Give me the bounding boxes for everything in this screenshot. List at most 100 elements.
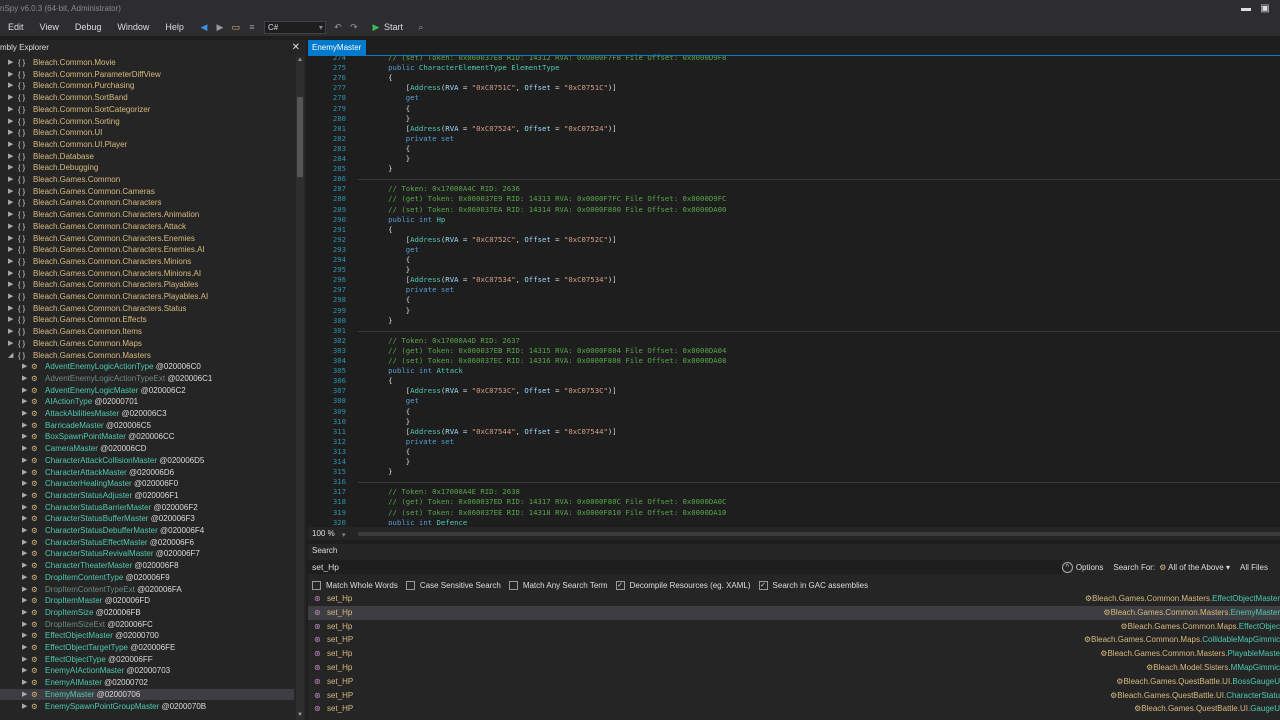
collapsed-arrow-icon[interactable]: ▶ <box>22 513 27 525</box>
collapsed-arrow-icon[interactable]: ▶ <box>22 373 27 385</box>
back-icon[interactable]: ◀ <box>198 21 210 33</box>
tree-class-row[interactable]: ▶ ⚙ AdventEnemyLogicActionTypeExt @020006C… <box>0 373 294 385</box>
tree-namespace-row[interactable]: ▶ { } Bleach.Common.Purchasing <box>0 80 294 92</box>
tree-class-row[interactable]: ▶ ⚙ DropItemMaster @020006FD <box>0 595 294 607</box>
tree-namespace-row[interactable]: ▶ { } Bleach.Common.SortCategorizer <box>0 104 294 116</box>
tree-namespace-row[interactable]: ▶ { } Bleach.Games.Common.Cameras <box>0 186 294 198</box>
collapsed-arrow-icon[interactable]: ▶ <box>22 665 27 677</box>
collapsed-arrow-icon[interactable]: ▶ <box>22 361 27 373</box>
tree-class-row[interactable]: ▶ ⚙ BoxSpawnPointMaster @020006CC <box>0 431 294 443</box>
checkbox-empty-icon[interactable] <box>312 580 321 590</box>
search-option-checkbox[interactable]: Match Any Search Term <box>508 580 608 590</box>
search-result-row[interactable]: ⊛ set_Hp ⚙Bleach.Games.Common.Maps.EffectO… <box>308 620 1280 634</box>
collapsed-arrow-icon[interactable]: ▶ <box>8 162 13 174</box>
search-option-checkbox[interactable]: ✓ Decompile Resources (eg. XAML) <box>615 580 751 590</box>
open-folder-icon[interactable]: ▭ <box>230 21 242 33</box>
tree-namespace-row[interactable]: ▶ { } Bleach.Games.Common.Characters.Anima… <box>0 209 294 221</box>
tree-class-row[interactable]: ▶ ⚙ AdventEnemyLogicMaster @020006C2 <box>0 385 294 397</box>
collapsed-arrow-icon[interactable]: ▶ <box>22 595 27 607</box>
collapsed-arrow-icon[interactable]: ▶ <box>8 221 13 233</box>
tree-class-row[interactable]: ▶ ⚙ EnemyAIActionMaster @02000703 <box>0 665 294 677</box>
checkbox-empty-icon[interactable] <box>508 580 518 590</box>
collapsed-arrow-icon[interactable]: ▶ <box>8 256 13 268</box>
collapsed-arrow-icon[interactable]: ▶ <box>8 57 13 69</box>
explorer-scrollbar[interactable]: ▲ ▼ <box>296 57 304 720</box>
tree-class-row[interactable]: ▶ ⚙ DropItemSizeExt @020006FC <box>0 619 294 631</box>
search-result-row[interactable]: ⊛ set_Hp ⚙Bleach.Model.Sisters.MMapGimmic <box>308 661 1280 675</box>
open-list-icon[interactable]: ≡ <box>246 21 258 33</box>
tree-namespace-row[interactable]: ▶ { } Bleach.Games.Common.Characters.Playa… <box>0 291 294 303</box>
tree-namespace-row[interactable]: ▶ { } Bleach.Games.Common.Characters.Minio… <box>0 256 294 268</box>
collapsed-arrow-icon[interactable]: ▶ <box>22 467 27 479</box>
checkbox-empty-icon[interactable] <box>405 580 415 590</box>
language-select[interactable]: C# <box>263 20 326 34</box>
collapsed-arrow-icon[interactable]: ▶ <box>22 525 27 537</box>
tree-namespace-row[interactable]: ◢ { } Bleach.Games.Common.Masters <box>0 350 294 362</box>
collapsed-arrow-icon[interactable]: ▶ <box>8 92 13 104</box>
tree-namespace-row[interactable]: ▶ { } Bleach.Games.Common.Characters.Statu… <box>0 303 294 315</box>
collapsed-arrow-icon[interactable]: ▶ <box>22 443 27 455</box>
tree-namespace-row[interactable]: ▶ { } Bleach.Common.UI <box>0 127 294 139</box>
tree-class-row[interactable]: ▶ ⚙ CharacterHealingMaster @020006F0 <box>0 478 294 490</box>
menu-window[interactable]: Window <box>109 22 157 32</box>
tree-class-row[interactable]: ▶ ⚙ BarricadeMaster @020006C5 <box>0 420 294 432</box>
tree-class-row[interactable]: ▶ ⚙ CharacterStatusEffectMaster @020006F6 <box>0 537 294 549</box>
search-icon[interactable]: ⌕ <box>415 21 427 33</box>
collapsed-arrow-icon[interactable]: ▶ <box>8 303 13 315</box>
collapsed-arrow-icon[interactable]: ▶ <box>8 314 13 326</box>
collapsed-arrow-icon[interactable]: ▶ <box>8 127 13 139</box>
tree-class-row[interactable]: ▶ ⚙ EnemyAIMaster @02000702 <box>0 677 294 689</box>
collapsed-arrow-icon[interactable]: ▶ <box>8 80 13 92</box>
tree-namespace-row[interactable]: ▶ { } Bleach.Games.Common.Effects <box>0 314 294 326</box>
collapsed-arrow-icon[interactable]: ▶ <box>22 548 27 560</box>
collapsed-arrow-icon[interactable]: ▶ <box>22 701 27 713</box>
collapsed-arrow-icon[interactable]: ▶ <box>22 689 27 701</box>
tree-namespace-row[interactable]: ▶ { } Bleach.Games.Common.Characters <box>0 197 294 209</box>
collapsed-arrow-icon[interactable]: ▶ <box>8 279 13 291</box>
collapsed-arrow-icon[interactable]: ▶ <box>8 197 13 209</box>
tree-namespace-row[interactable]: ▶ { } Bleach.Common.UI.Player <box>0 139 294 151</box>
redo-icon[interactable]: ↷ <box>348 21 360 33</box>
tree-class-row[interactable]: ▶ ⚙ AIActionType @02000701 <box>0 396 294 408</box>
collapsed-arrow-icon[interactable]: ▶ <box>8 233 13 245</box>
search-result-row[interactable]: ⊛ set_HP ⚙Bleach.Games.QuestBattle.UI.Char… <box>308 689 1280 703</box>
collapsed-arrow-icon[interactable]: ▶ <box>22 537 27 549</box>
collapsed-arrow-icon[interactable]: ▶ <box>8 104 13 116</box>
collapsed-arrow-icon[interactable]: ▶ <box>8 209 13 221</box>
menu-help[interactable]: Help <box>157 22 192 32</box>
search-result-row[interactable]: ⊛ set_Hp ⚙Bleach.Games.Common.Masters.Play… <box>308 647 1280 661</box>
collapsed-arrow-icon[interactable]: ▶ <box>22 560 27 572</box>
tree-class-row[interactable]: ▶ ⚙ EffectObjectType @020006FF <box>0 654 294 666</box>
search-result-row[interactable]: ⊛ set_HP ⚙Bleach.Games.Common.Maps.Collida… <box>308 633 1280 647</box>
start-icon[interactable]: ▶ <box>370 21 382 33</box>
tree-namespace-row[interactable]: ▶ { } Bleach.Common.ParameterDiffView <box>0 69 294 81</box>
tree-class-row[interactable]: ▶ ⚙ CharacterStatusBarrierMaster @020006F2 <box>0 502 294 514</box>
minimize-icon[interactable]: ▬ <box>1239 0 1253 18</box>
collapsed-arrow-icon[interactable]: ▶ <box>22 455 27 467</box>
tree-class-row[interactable]: ▶ ⚙ AdventEnemyLogicActionType @020006C0 <box>0 361 294 373</box>
tree-class-row[interactable]: ▶ ⚙ EnemySpawnPointGroupMaster @0200070B <box>0 701 294 713</box>
code-view[interactable]: 274 // (set) Token: 0x060037E8 RID: 1431… <box>308 53 1280 525</box>
tree-class-row[interactable]: ▶ ⚙ CharacterStatusRevivalMaster @020006F7 <box>0 548 294 560</box>
tree-namespace-row[interactable]: ▶ { } Bleach.Games.Common.Characters.Playa… <box>0 279 294 291</box>
search-option-checkbox[interactable]: Match Whole Words <box>312 580 398 590</box>
collapsed-arrow-icon[interactable]: ▶ <box>22 607 27 619</box>
collapsed-arrow-icon[interactable]: ▶ <box>22 431 27 443</box>
collapsed-arrow-icon[interactable]: ▶ <box>8 139 13 151</box>
tree-namespace-row[interactable]: ▶ { } Bleach.Common.Movie <box>0 57 294 69</box>
zoom-dropdown-icon[interactable]: ▾ <box>342 529 346 542</box>
tree-class-row[interactable]: ▶ ⚙ DropItemSize @020006FB <box>0 607 294 619</box>
tree-namespace-row[interactable]: ▶ { } Bleach.Database <box>0 151 294 163</box>
horizontal-scrollbar[interactable] <box>358 532 1280 536</box>
tree-class-row[interactable]: ▶ ⚙ CharacterTheaterMaster @020006F8 <box>0 560 294 572</box>
tree-class-row[interactable]: ▶ ⚙ AttackAbilitiesMaster @020006C3 <box>0 408 294 420</box>
collapsed-arrow-icon[interactable]: ▶ <box>8 291 13 303</box>
scroll-down-icon[interactable]: ▼ <box>296 712 304 720</box>
collapsed-arrow-icon[interactable]: ▶ <box>22 572 27 584</box>
search-result-row[interactable]: ⊛ set_HP ⚙Bleach.Games.QuestBattle.UI.Gaug… <box>308 702 1280 716</box>
collapsed-arrow-icon[interactable]: ▶ <box>8 116 13 128</box>
zoom-level[interactable]: 100 % <box>312 529 335 538</box>
search-option-checkbox[interactable]: ✓ Search in GAC assemblies <box>758 580 868 590</box>
collapsed-arrow-icon[interactable]: ▶ <box>22 654 27 666</box>
collapsed-arrow-icon[interactable]: ▶ <box>8 268 13 280</box>
